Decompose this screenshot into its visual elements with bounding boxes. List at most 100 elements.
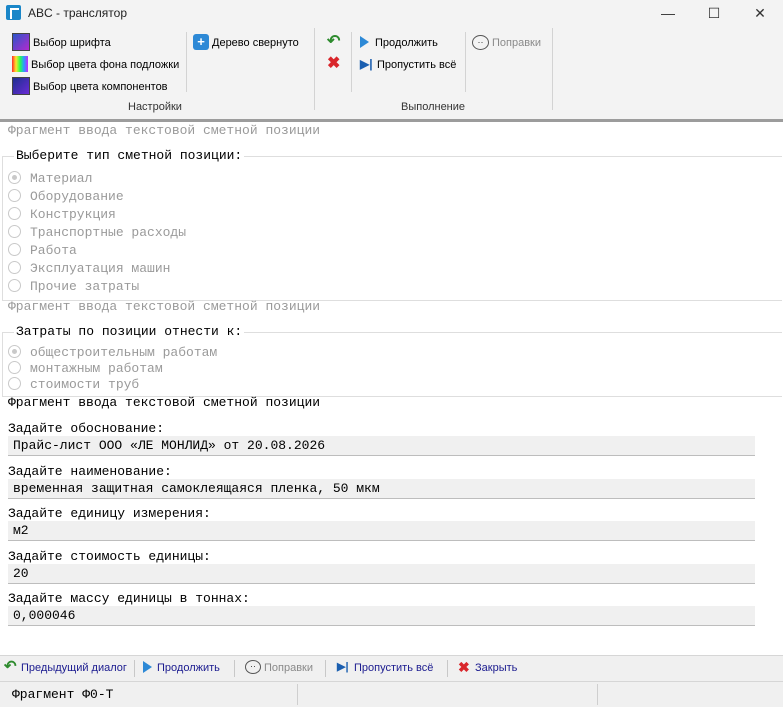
unit-input[interactable]: м2 bbox=[8, 521, 755, 541]
back-icon-button[interactable]: ↶ bbox=[327, 34, 346, 52]
group-settings-label: Настройки bbox=[128, 101, 182, 113]
font-select-label: Выбор шрифта bbox=[33, 37, 111, 49]
ribbon-separator bbox=[351, 32, 352, 92]
maximize-button[interactable]: ☐ bbox=[691, 0, 737, 26]
skip-all-label: Пропустить всё bbox=[354, 662, 434, 674]
tree-toggle-label: Дерево свернуто bbox=[212, 37, 299, 49]
radio-button[interactable] bbox=[8, 279, 21, 293]
toolbar-separator bbox=[134, 660, 135, 677]
position-type-option-label: Работа bbox=[30, 243, 77, 258]
bg-color-label: Выбор цвета фона подложки bbox=[31, 59, 180, 71]
radio-button[interactable] bbox=[8, 225, 21, 239]
unit-mass-label: Задайте массу единицы в тоннах: bbox=[8, 591, 250, 606]
status-separator bbox=[597, 684, 598, 705]
position-type-option[interactable]: Материал bbox=[8, 170, 92, 188]
back-arrow-icon: ↶ bbox=[327, 33, 341, 51]
fixes-button[interactable]: ·· Поправки bbox=[245, 660, 313, 677]
group-execution-label: Выполнение bbox=[401, 101, 466, 113]
position-type-option[interactable]: Прочие затраты bbox=[8, 278, 139, 296]
play-icon bbox=[360, 34, 372, 50]
tree-toggle-button[interactable]: + Дерево свернуто bbox=[193, 34, 299, 52]
name-input[interactable]: временная защитная самоклеящаяся пленка,… bbox=[8, 478, 755, 499]
radio-button[interactable] bbox=[8, 171, 21, 185]
component-color-label: Выбор цвета компонентов bbox=[33, 81, 168, 93]
radio-button[interactable] bbox=[8, 361, 21, 375]
fixes-icon: ·· bbox=[245, 660, 261, 675]
position-type-option-label: Оборудование bbox=[30, 189, 124, 204]
ribbon-skip-all-label: Пропустить всё bbox=[377, 59, 457, 71]
fixes-label: Поправки bbox=[264, 662, 314, 674]
unit-label: Задайте единицу измерения: bbox=[8, 506, 211, 521]
continue-label: Продолжить bbox=[157, 662, 220, 674]
status-bar: Фрагмент Ф0-Т bbox=[0, 681, 783, 707]
radio-button[interactable] bbox=[8, 243, 21, 257]
palette-icon bbox=[12, 56, 28, 73]
ribbon: Выбор шрифта Выбор цвета фона подложки В… bbox=[0, 26, 783, 120]
position-type-option-label: Эксплуатация машин bbox=[30, 261, 171, 276]
status-separator bbox=[297, 684, 298, 705]
fragment-label-3: Фрагмент ввода текстовой сметной позиции bbox=[8, 395, 321, 410]
cancel-icon: ✖ bbox=[458, 659, 470, 676]
position-type-option-label: Прочие затраты bbox=[30, 279, 140, 294]
ribbon-continue-button[interactable]: Продолжить bbox=[360, 34, 438, 52]
radio-button[interactable] bbox=[8, 189, 21, 203]
cancel-icon: ✖ bbox=[327, 55, 341, 73]
unit-cost-label: Задайте стоимость единицы: bbox=[8, 548, 211, 564]
toolbar-separator bbox=[234, 660, 235, 677]
skip-icon: ▶| bbox=[337, 661, 349, 674]
bg-color-button[interactable]: Выбор цвета фона подложки bbox=[12, 56, 179, 74]
radio-button[interactable] bbox=[8, 207, 21, 221]
prev-dialog-button[interactable]: ↶ Предыдущий диалог bbox=[4, 658, 127, 677]
position-type-option[interactable]: Оборудование bbox=[8, 188, 124, 206]
ribbon-fixes-button[interactable]: ·· Поправки bbox=[472, 34, 541, 52]
cost-allocation-option[interactable]: стоимости труб bbox=[8, 376, 139, 394]
cost-allocation-option-label: стоимости труб bbox=[30, 377, 140, 392]
position-type-option-label: Материал bbox=[30, 171, 93, 186]
radio-button[interactable] bbox=[8, 377, 21, 391]
component-color-button[interactable]: Выбор цвета компонентов bbox=[12, 77, 168, 96]
toolbar-separator bbox=[447, 660, 448, 677]
app-icon bbox=[6, 5, 21, 20]
title-bar: ABC - транслятор — ☐ ✕ bbox=[0, 0, 783, 26]
radio-button[interactable] bbox=[8, 345, 21, 359]
position-type-title: Выберите тип сметной позиции: bbox=[14, 148, 245, 163]
cost-allocation-option-label: общестроительным работам bbox=[30, 345, 218, 360]
cancel-icon-button[interactable]: ✖ bbox=[327, 56, 346, 74]
fragment-label-2: Фрагмент ввода текстовой сметной позиции bbox=[8, 299, 321, 314]
position-type-option-label: Конструкция bbox=[30, 207, 116, 222]
ribbon-divider bbox=[0, 119, 783, 122]
back-arrow-icon: ↶ bbox=[4, 658, 17, 676]
name-label: Задайте наименование: bbox=[8, 463, 172, 479]
minimize-button[interactable]: — bbox=[645, 0, 691, 26]
close-window-button[interactable]: ✕ bbox=[737, 0, 783, 26]
skip-all-button[interactable]: ▶| Пропустить всё bbox=[337, 660, 433, 677]
prev-dialog-label: Предыдущий диалог bbox=[21, 662, 127, 674]
component-color-icon bbox=[12, 77, 30, 96]
position-type-option[interactable]: Эксплуатация машин bbox=[8, 260, 170, 278]
toolbar-separator bbox=[325, 660, 326, 677]
position-type-option[interactable]: Работа bbox=[8, 242, 77, 260]
skip-icon: ▶| bbox=[360, 57, 373, 72]
ribbon-separator bbox=[186, 32, 187, 92]
justification-input[interactable]: Прайс-лист ООО «ЛЕ МОНЛИД» от 20.08.2026 bbox=[8, 436, 755, 456]
cost-allocation-title: Затраты по позиции отнести к: bbox=[14, 324, 245, 339]
ribbon-group-separator bbox=[314, 28, 315, 110]
window-title: ABC - транслятор bbox=[28, 6, 128, 20]
font-select-button[interactable]: Выбор шрифта bbox=[12, 33, 111, 52]
ribbon-group-separator bbox=[552, 28, 553, 110]
tree-collapse-icon: + bbox=[193, 34, 209, 51]
ribbon-continue-label: Продолжить bbox=[375, 37, 438, 49]
play-icon bbox=[143, 660, 154, 674]
radio-button[interactable] bbox=[8, 261, 21, 275]
position-type-option[interactable]: Транспортные расходы bbox=[8, 224, 186, 242]
unit-mass-input[interactable]: 0,000046 bbox=[8, 606, 755, 626]
justification-label: Задайте обоснование: bbox=[8, 421, 165, 436]
unit-cost-input[interactable]: 20 bbox=[8, 563, 755, 584]
continue-button[interactable]: Продолжить bbox=[143, 660, 220, 677]
font-icon bbox=[12, 33, 30, 52]
ribbon-skip-all-button[interactable]: ▶| Пропустить всё bbox=[360, 56, 456, 74]
ribbon-separator bbox=[465, 32, 466, 92]
position-type-option[interactable]: Конструкция bbox=[8, 206, 116, 224]
status-text: Фрагмент Ф0-Т bbox=[12, 687, 114, 702]
close-button[interactable]: ✖ Закрыть bbox=[458, 660, 517, 677]
